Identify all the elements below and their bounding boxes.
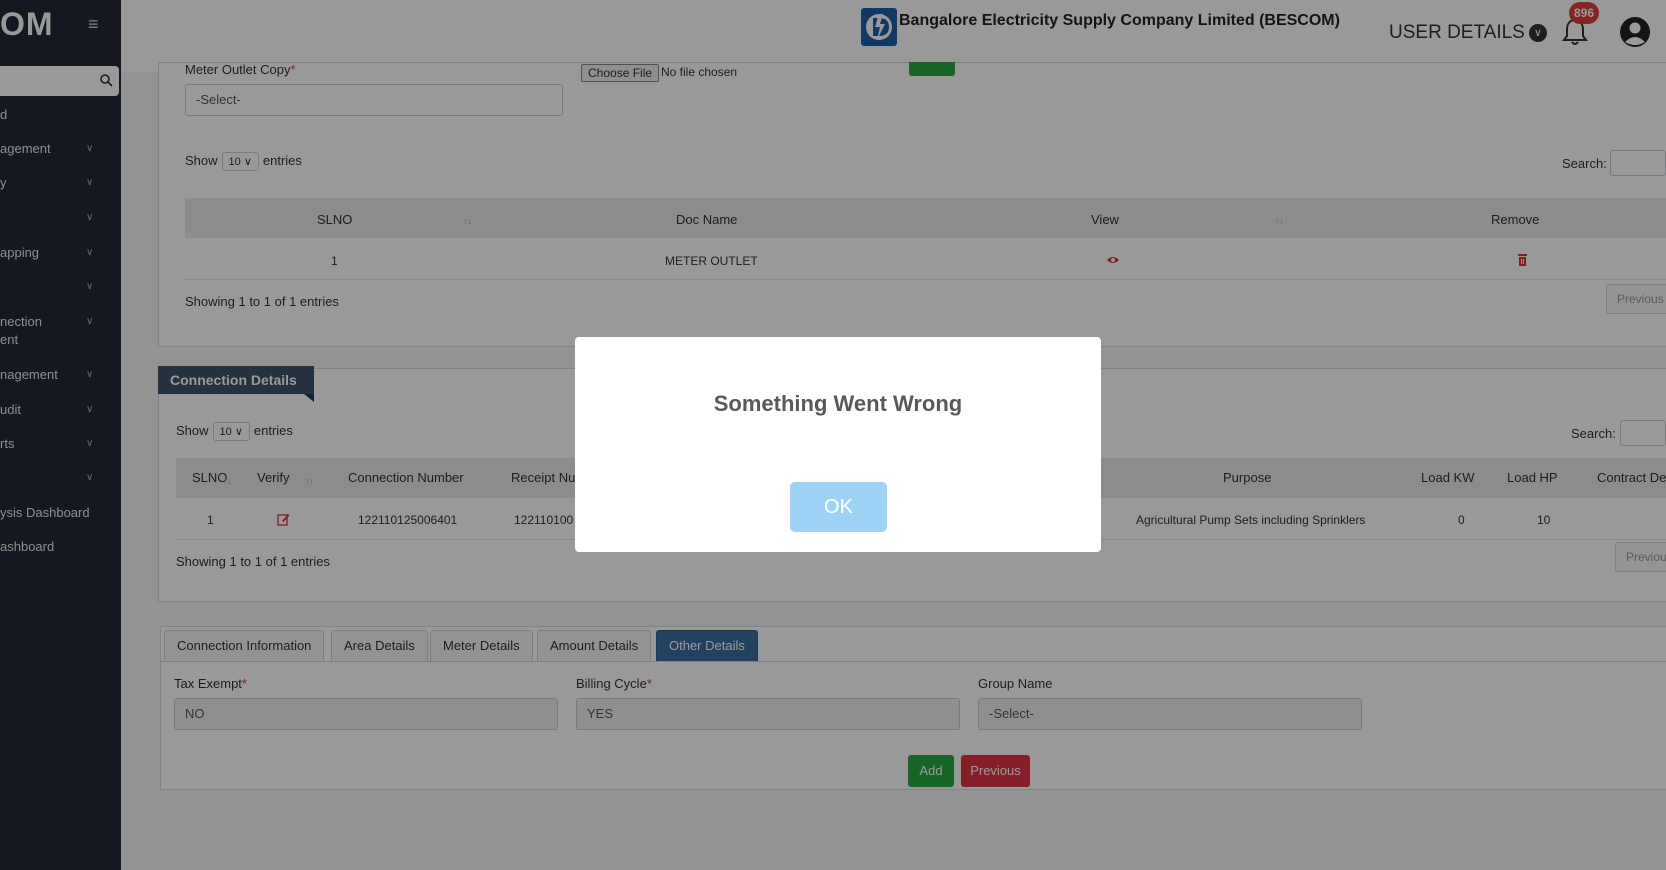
error-dialog: Something Went Wrong OK (575, 337, 1101, 552)
dialog-title: Something Went Wrong (713, 391, 963, 416)
ok-button[interactable]: OK (790, 482, 887, 532)
